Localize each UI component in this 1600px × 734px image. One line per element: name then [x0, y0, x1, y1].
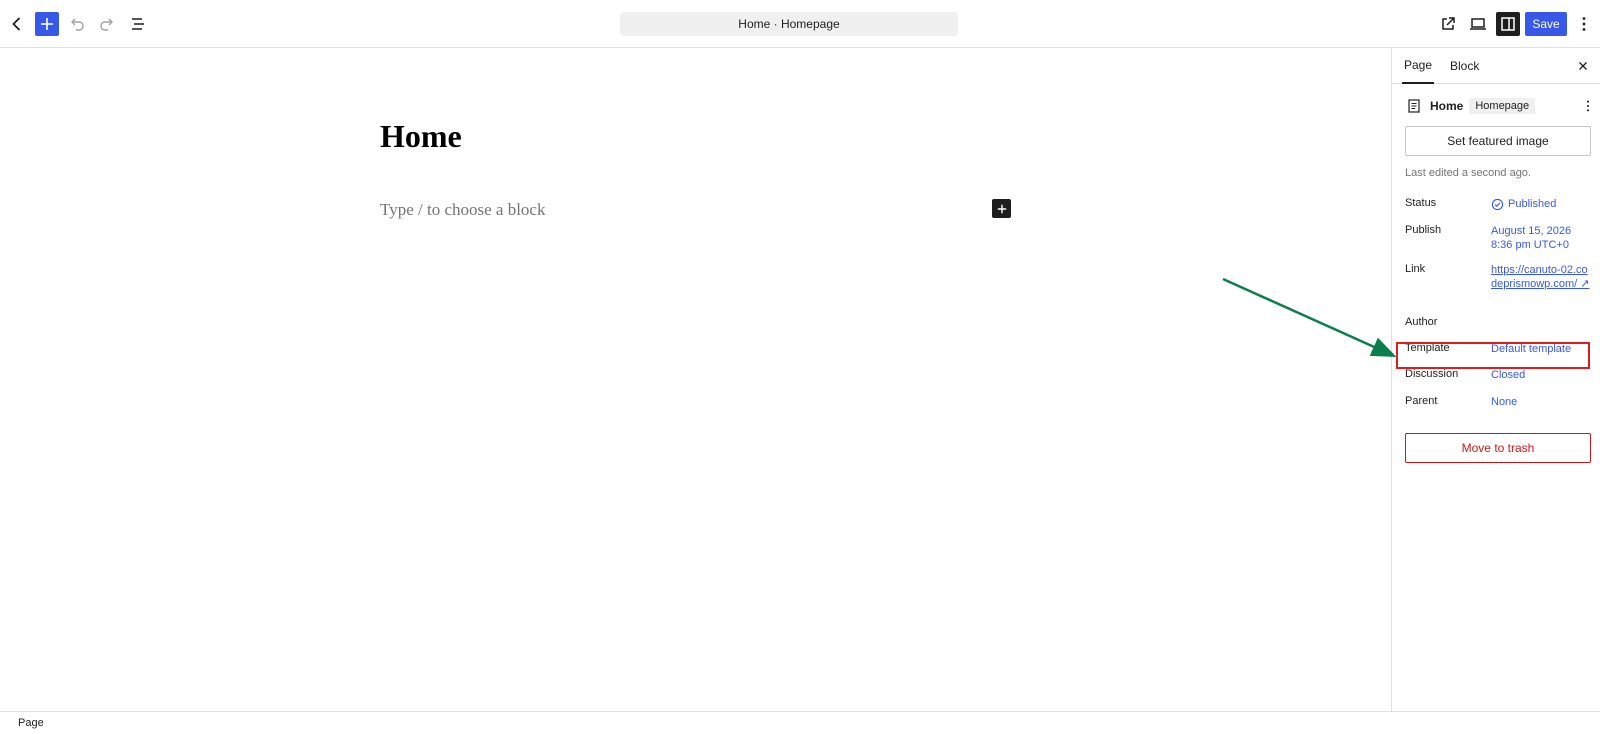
post-title[interactable]: Home: [380, 118, 462, 155]
publish-time: 8:36 pm UTC+0: [1491, 239, 1569, 251]
footer-breadcrumb[interactable]: Page: [18, 717, 44, 729]
back-button[interactable]: [5, 12, 29, 36]
preview-button[interactable]: [1466, 12, 1490, 36]
settings-sidebar-toggle[interactable]: [1496, 12, 1520, 36]
link-label: Link: [1405, 263, 1426, 275]
status-value-text: Published: [1508, 198, 1557, 210]
page-icon: [1408, 99, 1420, 113]
page-summary-header: Home Homepage: [1406, 96, 1596, 116]
parent-row: Parent None: [1405, 395, 1591, 411]
document-title: Home · Homepage: [738, 17, 840, 31]
status-row: Status Published: [1405, 197, 1591, 213]
editor-canvas[interactable]: Home Type / to choose a block: [0, 48, 1391, 711]
page-name: Home: [1430, 99, 1464, 113]
author-label: Author: [1405, 316, 1438, 328]
block-inserter-button[interactable]: [35, 12, 59, 36]
status-value[interactable]: Published: [1491, 197, 1591, 211]
desktop-icon: [1470, 18, 1486, 30]
parent-value[interactable]: None: [1491, 395, 1591, 409]
redo-button[interactable]: [95, 12, 119, 36]
document-title-bar[interactable]: Home · Homepage: [620, 12, 958, 36]
template-row: Template Default template: [1405, 342, 1591, 358]
set-featured-image-button[interactable]: Set featured image: [1405, 126, 1591, 156]
discussion-value[interactable]: Closed: [1491, 368, 1591, 382]
page-slug-badge: Homepage: [1469, 98, 1536, 114]
settings-sidebar: Page Block Home Homepage Set featured im…: [1391, 48, 1600, 711]
close-sidebar-button[interactable]: [1573, 56, 1593, 76]
template-value[interactable]: Default template: [1491, 342, 1591, 356]
kebab-icon: [1582, 17, 1586, 31]
close-icon: [1579, 62, 1587, 70]
external-link-icon: [1442, 17, 1455, 30]
discussion-row: Discussion Closed: [1405, 368, 1591, 384]
save-button[interactable]: Save: [1525, 12, 1567, 36]
list-view-button[interactable]: [126, 12, 150, 36]
discussion-label: Discussion: [1405, 368, 1459, 380]
plus-icon: [997, 204, 1006, 213]
permalink[interactable]: https://canuto-02.codeprismowp.com/ ↗: [1491, 263, 1591, 291]
sidebar-tabs: Page Block: [1392, 48, 1600, 84]
undo-button[interactable]: [65, 12, 89, 36]
page-actions-button[interactable]: [1580, 98, 1596, 114]
footer-breadcrumb-bar: Page: [0, 711, 1600, 734]
status-label: Status: [1405, 197, 1437, 209]
block-appender-placeholder[interactable]: Type / to choose a block: [380, 200, 545, 220]
publish-date: August 15, 2026: [1491, 225, 1572, 237]
parent-label: Parent: [1405, 395, 1438, 407]
view-page-button[interactable]: [1436, 12, 1460, 36]
undo-icon: [71, 18, 84, 31]
publish-row: Publish August 15, 2026 8:36 pm UTC+0: [1405, 224, 1591, 254]
publish-label: Publish: [1405, 224, 1442, 236]
link-row: Link https://canuto-02.codeprismowp.com/…: [1405, 263, 1591, 307]
publish-value[interactable]: August 15, 2026 8:36 pm UTC+0: [1491, 224, 1591, 252]
list-view-icon: [132, 18, 144, 30]
tab-block[interactable]: Block: [1450, 48, 1479, 84]
set-featured-image-label: Set featured image: [1447, 134, 1549, 148]
redo-icon: [100, 18, 113, 31]
tab-page-label: Page: [1404, 58, 1433, 72]
tab-block-label: Block: [1450, 59, 1480, 73]
move-to-trash-button[interactable]: Move to trash: [1405, 433, 1591, 463]
last-edited-text: Last edited a second ago.: [1405, 167, 1531, 179]
chevron-left-icon: [12, 17, 21, 31]
move-to-trash-label: Move to trash: [1461, 441, 1535, 455]
block-add-button[interactable]: [992, 199, 1011, 218]
template-label: Template: [1405, 342, 1450, 354]
sidebar-toggle-icon: [1501, 17, 1515, 31]
editor-toolbar: Home · Homepage Save: [0, 0, 1600, 48]
tab-page[interactable]: Page: [1402, 48, 1435, 84]
kebab-icon: [1586, 100, 1590, 112]
author-row: Author: [1405, 316, 1591, 332]
save-label: Save: [1532, 17, 1560, 31]
check-circle-icon: [1491, 198, 1504, 210]
plus-icon: [41, 18, 53, 30]
options-button[interactable]: [1574, 12, 1594, 36]
